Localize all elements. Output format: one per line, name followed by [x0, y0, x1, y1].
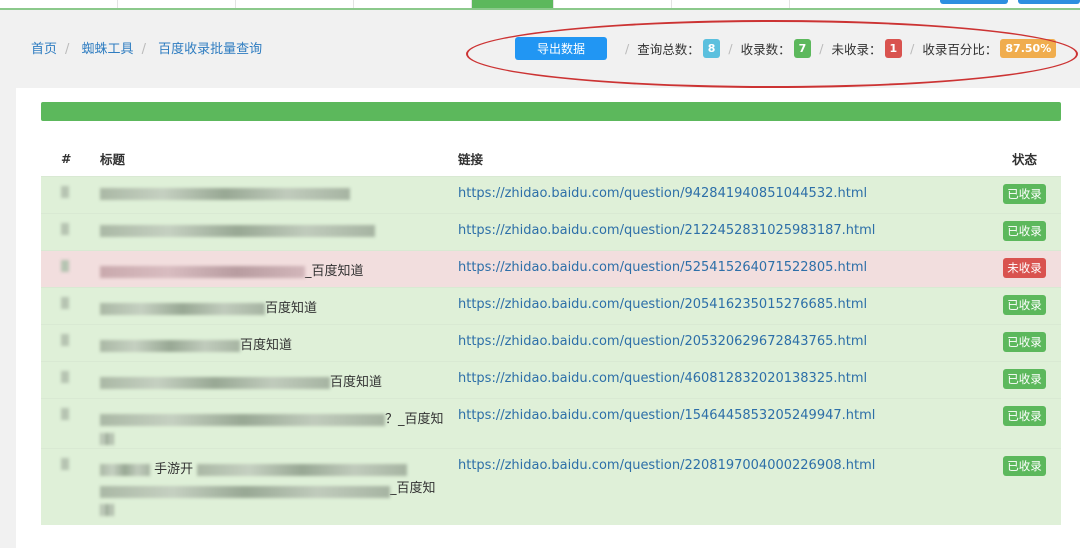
nav-tab[interactable] [672, 0, 790, 8]
table-row: 百度知道 https://zhidao.baidu.com/question/2… [41, 287, 1061, 324]
row-index [41, 399, 100, 424]
nav-tab[interactable] [0, 0, 118, 8]
stats-toolbar: 导出数据 / 查询总数： 8 /收录数： 7 /未收录： 1 /收录百分比： 87.50% [515, 37, 1057, 60]
row-index [41, 362, 100, 387]
title-suffix: 百度知道 [240, 338, 293, 353]
title-suffix: 百度知道 [265, 301, 318, 316]
status-badge: 未收录 [1003, 258, 1046, 278]
nav-tab[interactable] [236, 0, 354, 8]
top-button[interactable] [1018, 0, 1080, 4]
nav-tab[interactable] [354, 0, 472, 8]
row-link[interactable]: https://zhidao.baidu.com/question/220819… [458, 449, 988, 473]
status-badge: 已收录 [1003, 456, 1046, 476]
total-badge: 8 [702, 39, 721, 58]
results-panel: # 标题 链接 状态 https://zhidao.baidu.com/ques… [16, 88, 1080, 548]
col-status: 状态 [1011, 151, 1037, 167]
row-status: 已收录 [988, 177, 1061, 204]
unindexed-badge: 1 [884, 39, 903, 58]
col-link: 链接 [458, 151, 484, 167]
row-index [41, 288, 100, 313]
row-status: 已收录 [988, 214, 1061, 241]
nav-tab[interactable] [554, 0, 672, 8]
status-badge: 已收录 [1003, 369, 1046, 389]
title-suffix: _百度知 [390, 481, 436, 496]
row-status: 已收录 [988, 325, 1061, 352]
title-suffix: _百度知道 [305, 264, 364, 279]
row-title: 百度知道 [100, 362, 458, 390]
percent-label: 收录百分比： [922, 42, 998, 57]
row-title: _百度知道 [100, 251, 458, 279]
row-title: 手游开 _百度知 [100, 449, 458, 516]
status-badge: 已收录 [1003, 332, 1046, 352]
indexed-label: 收录数： [740, 42, 791, 57]
breadcrumb-spider-tools[interactable]: 蜘蛛工具 [82, 42, 134, 57]
table-row: https://zhidao.baidu.com/question/942841… [41, 176, 1061, 213]
progress-bar [41, 102, 1061, 121]
row-link[interactable]: https://zhidao.baidu.com/question/205416… [458, 288, 988, 312]
row-title: ？_百度知 [100, 399, 458, 445]
table-row: 百度知道 https://zhidao.baidu.com/question/4… [41, 361, 1061, 398]
table-row: _百度知道 https://zhidao.baidu.com/question/… [41, 250, 1061, 287]
row-status: 已收录 [988, 399, 1061, 426]
total-label: 查询总数： [637, 42, 700, 57]
export-button[interactable]: 导出数据 [515, 37, 607, 60]
title-text: 手游开 [154, 462, 194, 477]
table-row: 手游开 _百度知 https://zhidao.baidu.com/questi… [41, 448, 1061, 525]
row-index [41, 325, 100, 350]
row-title: 百度知道 [100, 288, 458, 316]
status-badge: 已收录 [1003, 221, 1046, 241]
row-status: 未收录 [988, 251, 1061, 278]
row-index [41, 449, 100, 474]
row-status: 已收录 [988, 449, 1061, 476]
row-link[interactable]: https://zhidao.baidu.com/question/460812… [458, 362, 988, 386]
percent-badge: 87.50% [1000, 39, 1057, 58]
top-button[interactable] [940, 0, 1008, 4]
row-index [41, 214, 100, 239]
table-row: 百度知道 https://zhidao.baidu.com/question/2… [41, 324, 1061, 361]
breadcrumb: 首页 / 蜘蛛工具 / 百度收录批量查询 [31, 42, 263, 57]
top-nav [0, 0, 1080, 10]
row-title: 百度知道 [100, 325, 458, 353]
row-index [41, 177, 100, 202]
row-link[interactable]: https://zhidao.baidu.com/question/525415… [458, 251, 988, 275]
title-suffix: 百度知道 [330, 375, 383, 390]
row-link[interactable]: https://zhidao.baidu.com/question/154644… [458, 399, 988, 423]
results-table: # 标题 链接 状态 https://zhidao.baidu.com/ques… [41, 140, 1061, 525]
unindexed-label: 未收录： [831, 42, 882, 57]
row-status: 已收录 [988, 288, 1061, 315]
table-row: https://zhidao.baidu.com/question/212245… [41, 213, 1061, 250]
table-row: ？_百度知 https://zhidao.baidu.com/question/… [41, 398, 1061, 448]
row-title [100, 214, 458, 238]
row-link[interactable]: https://zhidao.baidu.com/question/942841… [458, 177, 988, 201]
indexed-badge: 7 [793, 39, 812, 58]
status-badge: 已收录 [1003, 406, 1046, 426]
row-status: 已收录 [988, 362, 1061, 389]
nav-tab-active[interactable] [472, 0, 554, 8]
row-index [41, 251, 100, 276]
status-badge: 已收录 [1003, 184, 1046, 204]
title-suffix: ？_百度知 [385, 412, 444, 427]
row-link[interactable]: https://zhidao.baidu.com/question/205320… [458, 325, 988, 349]
row-title [100, 177, 458, 201]
row-link[interactable]: https://zhidao.baidu.com/question/212245… [458, 214, 988, 238]
table-header: # 标题 链接 状态 [41, 140, 1061, 176]
status-badge: 已收录 [1003, 295, 1046, 315]
breadcrumb-current[interactable]: 百度收录批量查询 [158, 42, 262, 57]
col-index: # [61, 150, 72, 166]
col-title: 标题 [100, 151, 126, 167]
breadcrumb-home[interactable]: 首页 [31, 42, 57, 57]
nav-tab[interactable] [118, 0, 236, 8]
